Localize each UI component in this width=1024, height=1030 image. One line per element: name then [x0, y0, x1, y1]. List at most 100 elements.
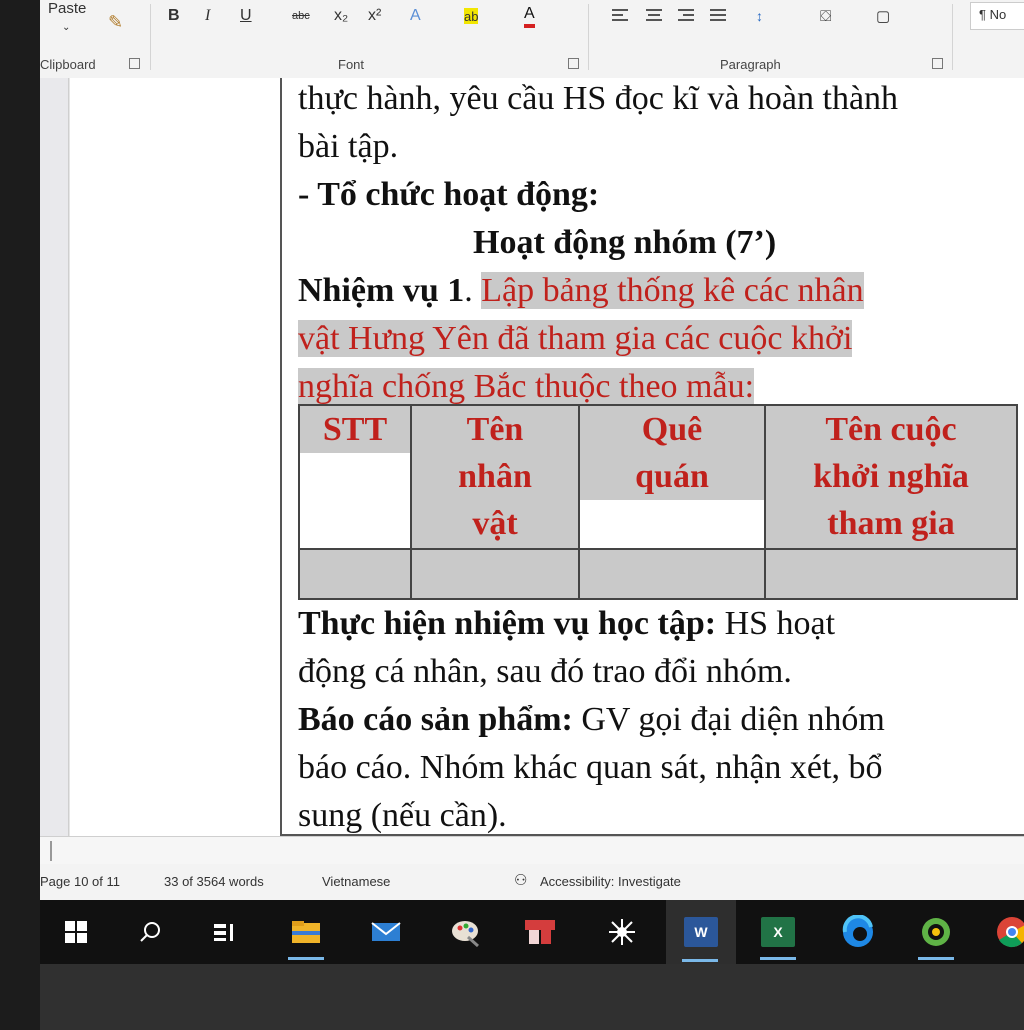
file-explorer-icon[interactable] [284, 910, 328, 960]
maps-icon[interactable] [914, 910, 958, 960]
task-line-3: nghĩa chống Bắc thuộc theo mẫu: [298, 363, 755, 410]
running-indicator [760, 957, 796, 960]
running-indicator [682, 959, 718, 962]
chrome-icon[interactable] [990, 910, 1024, 954]
document-page[interactable]: thực hành, yêu cầu HS đọc kĩ và hoàn thà… [70, 78, 1024, 838]
mail-icon[interactable] [364, 910, 408, 954]
divider [150, 4, 151, 70]
doc-line: thực hành, yêu cầu HS đọc kĩ và hoàn thà… [298, 80, 899, 117]
header-cell-text: STT [300, 406, 410, 453]
report-line-3: sung (nếu cần). [298, 797, 507, 834]
snipping-icon[interactable] [518, 910, 562, 954]
perform-text: HS hoạt [716, 605, 836, 642]
language-indicator[interactable]: Vietnamese [322, 874, 390, 889]
perform-label: Thực hiện nhiệm vụ học tập: [298, 605, 717, 642]
header-uprising[interactable]: Tên cuộc khởi nghĩa tham gia [764, 404, 1018, 550]
paragraph-launcher-icon[interactable] [932, 58, 943, 69]
perform-line-2: động cá nhân, sau đó trao đổi nhóm. [298, 653, 792, 690]
align-center-icon[interactable] [646, 9, 662, 25]
subscript-button[interactable]: x₂ [334, 4, 348, 28]
align-left-icon[interactable] [612, 9, 628, 25]
header-cell-text: tham gia [827, 505, 955, 542]
justify-icon[interactable] [710, 9, 726, 25]
format-painter-icon[interactable]: ✎ [108, 12, 123, 33]
header-cell-text: Tên [466, 411, 524, 448]
table-cell-border [280, 78, 282, 838]
paint-icon[interactable] [444, 910, 488, 954]
accessibility-status[interactable]: Accessibility: Investigate [540, 874, 681, 889]
doc-subheading: Hoạt động nhóm (7’) [473, 224, 777, 261]
excel-icon: X [761, 917, 795, 947]
clipboard-launcher-icon[interactable] [129, 58, 140, 69]
italic-button[interactable]: I [205, 4, 210, 28]
underline-button[interactable]: U [240, 4, 252, 28]
borders-icon[interactable]: ▢ [876, 4, 890, 28]
header-name[interactable]: Tên nhân vật [410, 404, 580, 550]
header-cell-text: vật [472, 505, 518, 542]
group-label-clipboard: Clipboard [40, 57, 96, 72]
divider [952, 4, 953, 70]
group-label-paragraph: Paragraph [720, 57, 781, 72]
screen-bezel-bottom [40, 964, 1024, 1030]
edge-icon[interactable] [836, 910, 880, 954]
table-cell[interactable] [298, 548, 412, 600]
shading-icon[interactable]: ⛋ [820, 4, 831, 28]
excel-taskbar-item[interactable]: X [756, 910, 800, 960]
task-line-1: Nhiệm vụ 1. Lập bảng thống kê các nhân [298, 267, 864, 314]
word-icon: W [684, 917, 718, 947]
ribbon: Paste ⌄ ✎ B I U abc x₂ x² A ab A Font Cl… [40, 0, 1024, 79]
style-normal[interactable]: ¶ No [970, 2, 1024, 30]
report-line: Báo cáo sản phẩm: GV gọi đại diện nhóm [298, 696, 885, 743]
task-text: Lập bảng thống kê các nhân [481, 272, 864, 309]
screen-bezel [0, 0, 40, 1030]
perform-line: Thực hiện nhiệm vụ học tập: HS hoạt [298, 600, 835, 647]
word-count[interactable]: 33 of 3564 words [164, 874, 264, 889]
header-cell-text: quán [580, 453, 764, 500]
align-right-icon[interactable] [678, 9, 694, 25]
divider [588, 4, 589, 70]
task-text: nghĩa chống Bắc thuộc theo mẫu: [298, 368, 755, 405]
header-stt[interactable]: STT [298, 404, 412, 550]
taskbar: W X [40, 900, 1024, 964]
bold-button[interactable]: B [168, 4, 180, 28]
table-cell[interactable] [764, 548, 1018, 600]
header-hometown[interactable]: Quê quán [578, 404, 766, 550]
report-line-2: báo cáo. Nhóm khác quan sát, nhận xét, b… [298, 749, 883, 786]
font-launcher-icon[interactable] [568, 58, 579, 69]
highlight-button[interactable]: ab [464, 8, 479, 24]
paste-button[interactable]: Paste [48, 0, 86, 17]
horizontal-scrollbar[interactable] [40, 836, 1024, 865]
running-indicator [918, 957, 954, 960]
accessibility-icon: ⚇ [514, 872, 528, 889]
paste-dropdown-icon[interactable]: ⌄ [62, 22, 70, 33]
statistics-table[interactable]: STT Tên nhân vật Quê quán Tên cuộc khởi … [298, 404, 1018, 600]
font-color-button[interactable]: A [524, 4, 535, 28]
settings-burst-icon[interactable] [600, 910, 644, 954]
task-line-2: vật Hưng Yên đã tham gia các cuộc khởi [298, 315, 853, 362]
task-label: Nhiệm vụ 1 [298, 272, 465, 309]
start-icon[interactable] [54, 910, 98, 954]
document-area: thực hành, yêu cầu HS đọc kĩ và hoàn thà… [40, 78, 1024, 858]
header-cell-text: Tên cuộc [825, 411, 957, 448]
status-bar: Page 10 of 11 33 of 3564 words Vietnames… [40, 864, 1024, 900]
table-row [298, 548, 1018, 600]
strikethrough-button[interactable]: abc [292, 4, 310, 28]
doc-heading: - Tổ chức hoạt động: [298, 176, 600, 213]
line-spacing-icon[interactable]: ↕ [756, 4, 763, 28]
header-cell-text: Quê [580, 406, 764, 453]
running-indicator [288, 957, 324, 960]
page-counter[interactable]: Page 10 of 11 [40, 874, 120, 889]
text-effects-button[interactable]: A [410, 4, 421, 28]
task-view-icon[interactable] [202, 910, 246, 954]
task-text: vật Hưng Yên đã tham gia các cuộc khởi [298, 320, 853, 357]
superscript-button[interactable]: x² [368, 4, 381, 28]
task-label-dot: . [464, 272, 482, 309]
table-cell[interactable] [578, 548, 766, 600]
header-cell-text: nhân [458, 458, 532, 495]
word-taskbar-item[interactable]: W [666, 900, 736, 964]
doc-line: bài tập. [298, 128, 399, 165]
table-cell[interactable] [410, 548, 580, 600]
search-icon[interactable] [128, 910, 172, 954]
group-label-clipboard-font: Font [338, 57, 365, 72]
scrollbar-edge [50, 841, 52, 861]
